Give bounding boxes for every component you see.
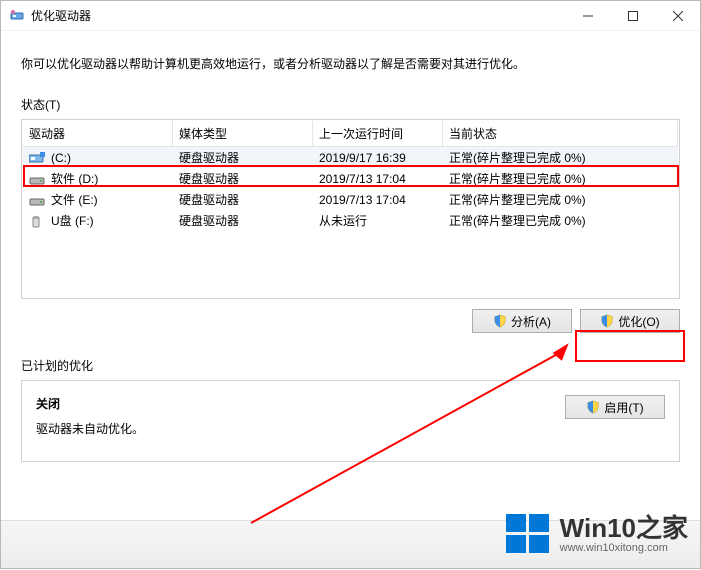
shield-icon [600,314,614,328]
drive-name: 软件 (D:) [51,172,98,186]
watermark-brand: Win10之家 [560,514,688,543]
windows-logo-icon [504,510,552,558]
minimize-button[interactable] [565,1,610,31]
table-row[interactable]: U盘 (F:) 硬盘驱动器从未运行正常(碎片整理已完成 0%) [23,210,678,231]
window-controls [565,1,700,31]
scheduled-section: 已计划的优化 关闭 驱动器未自动优化。 启用(T) [21,357,680,462]
scheduled-status-text: 驱动器未自动优化。 [36,420,565,437]
scheduled-info: 关闭 驱动器未自动优化。 [36,395,565,437]
scheduled-status-title: 关闭 [36,395,565,412]
col-header-status[interactable]: 当前状态 [443,121,678,146]
last-run: 2019/7/13 17:04 [313,168,443,190]
app-icon [9,8,25,24]
close-button[interactable] [655,1,700,31]
status-label: 状态(T) [21,96,680,113]
watermark: Win10之家 www.win10xitong.com [504,510,688,558]
current-status: 正常(碎片整理已完成 0%) [443,208,678,233]
table-row[interactable]: (C:)硬盘驱动器2019/9/17 16:39正常(碎片整理已完成 0%) [23,147,678,168]
drive-icon [29,216,45,228]
shield-icon [586,400,600,414]
drive-name: 文件 (E:) [51,193,98,207]
shield-icon [493,314,507,328]
table-body: (C:)硬盘驱动器2019/9/17 16:39正常(碎片整理已完成 0%)软件… [23,147,678,297]
drive-icon [29,195,45,207]
enable-button[interactable]: 启用(T) [565,395,665,419]
col-header-last-run[interactable]: 上一次运行时间 [313,121,443,146]
scheduled-label: 已计划的优化 [21,357,680,374]
col-header-media[interactable]: 媒体类型 [173,121,313,146]
last-run: 2019/9/17 16:39 [313,147,443,169]
optimize-button[interactable]: 优化(O) [580,309,680,333]
window-title: 优化驱动器 [31,7,91,24]
analyze-button-label: 分析(A) [511,313,551,330]
watermark-text: Win10之家 www.win10xitong.com [560,514,688,555]
drives-group: 驱动器 媒体类型 上一次运行时间 当前状态 (C:)硬盘驱动器2019/9/17… [21,119,680,299]
table-header: 驱动器 媒体类型 上一次运行时间 当前状态 [23,121,678,147]
drive-name: (C:) [51,151,71,165]
col-header-drive[interactable]: 驱动器 [23,121,173,146]
optimize-button-label: 优化(O) [618,313,659,330]
titlebar: 优化驱动器 [1,1,700,31]
last-run: 从未运行 [313,208,443,233]
scheduled-button-wrap: 启用(T) [565,395,665,437]
table-row[interactable]: 软件 (D:)硬盘驱动器2019/7/13 17:04正常(碎片整理已完成 0%… [23,168,678,189]
analyze-button[interactable]: 分析(A) [472,309,572,333]
description-text: 你可以优化驱动器以帮助计算机更高效地运行，或者分析驱动器以了解是否需要对其进行优… [21,55,680,72]
enable-button-label: 启用(T) [604,399,643,416]
action-buttons: 分析(A) 优化(O) [21,309,680,333]
content-area: 你可以优化驱动器以帮助计算机更高效地运行，或者分析驱动器以了解是否需要对其进行优… [1,31,700,462]
maximize-button[interactable] [610,1,655,31]
table-row[interactable]: 文件 (E:)硬盘驱动器2019/7/13 17:04正常(碎片整理已完成 0%… [23,189,678,210]
drive-icon [29,174,45,186]
drive-name: U盘 (F:) [51,214,94,228]
watermark-url: www.win10xitong.com [560,542,688,554]
drive-icon [29,152,45,164]
media-type: 硬盘驱动器 [173,208,313,233]
scheduled-body: 关闭 驱动器未自动优化。 启用(T) [21,380,680,462]
